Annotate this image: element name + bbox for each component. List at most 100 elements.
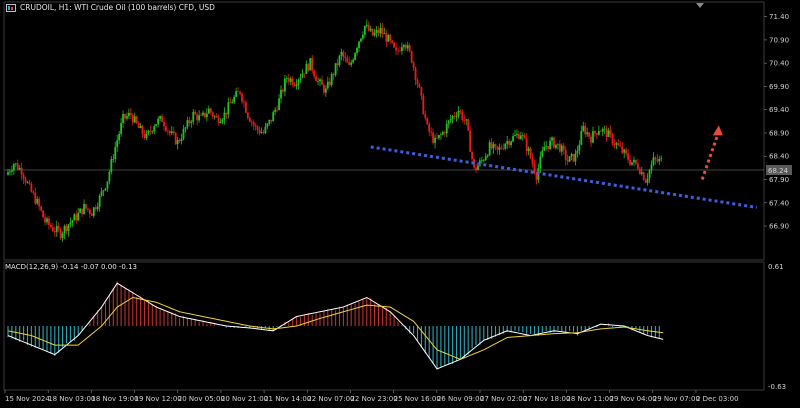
- candle-body: [213, 115, 216, 117]
- candle-body: [254, 125, 257, 127]
- candle-body: [389, 34, 392, 41]
- candle-body: [38, 198, 41, 207]
- candle-body: [656, 159, 659, 162]
- candle-body: [170, 131, 173, 134]
- time-axis-label: 18 Nov 03:00: [48, 395, 95, 403]
- candle-body: [168, 131, 171, 134]
- candle-body: [293, 84, 296, 86]
- candle-body: [588, 132, 590, 137]
- candle-body: [106, 181, 109, 189]
- candle-body: [51, 227, 54, 232]
- candle-body: [323, 84, 325, 93]
- candle-body: [599, 130, 602, 132]
- candle-body: [523, 135, 526, 139]
- candle-body: [26, 182, 29, 184]
- candle-body: [340, 51, 343, 56]
- candle-body: [137, 123, 140, 129]
- candle-body: [430, 131, 433, 133]
- candle: [155, 124, 158, 127]
- candle-body: [627, 153, 629, 160]
- candle-body: [172, 131, 175, 134]
- candle: [568, 155, 571, 162]
- candle-body: [313, 70, 316, 77]
- candle-body: [260, 132, 263, 134]
- candle-body: [315, 76, 317, 82]
- candle-body: [354, 53, 356, 60]
- candle-body: [551, 137, 553, 141]
- candle-body: [652, 157, 655, 165]
- candle-body: [9, 171, 11, 173]
- candle-body: [527, 148, 530, 152]
- chart-root[interactable]: 71.40 70.90 70.40 69.90 69.40 68.90 68.40 67.90…: [0, 0, 800, 408]
- candle: [553, 136, 555, 149]
- candle-body: [131, 114, 134, 123]
- chart-window-icon: [6, 4, 16, 12]
- candle-body: [67, 224, 70, 232]
- time-axis-label: 2 Dec 03:00: [696, 395, 739, 403]
- time-axis-label: 18 Nov 19:00: [91, 395, 138, 403]
- candle-body: [149, 130, 152, 132]
- candle-body: [317, 81, 319, 82]
- candle-body: [163, 121, 165, 127]
- candle-body: [36, 198, 39, 204]
- candle-body: [512, 136, 514, 142]
- candle-body: [192, 111, 195, 122]
- candle-body: [157, 118, 160, 125]
- time-axis-label: 21 Nov 14:00: [264, 395, 311, 403]
- candle-body: [285, 78, 288, 79]
- candle: [393, 41, 395, 48]
- candle-body: [393, 42, 395, 48]
- candle-body: [486, 155, 489, 157]
- candle-body: [196, 114, 199, 121]
- candle-body: [110, 159, 113, 172]
- time-axis-label: 19 Nov 12:00: [135, 395, 182, 403]
- candle-body: [459, 110, 462, 112]
- candle-body: [114, 146, 117, 159]
- candle-body: [180, 138, 183, 142]
- candle-body: [504, 143, 507, 149]
- candle-body: [566, 159, 569, 162]
- candle-body: [55, 225, 58, 232]
- candle-body: [611, 133, 614, 144]
- candle-body: [580, 131, 583, 145]
- candle-body: [241, 93, 243, 102]
- candle-body: [75, 214, 78, 221]
- candle-body: [319, 79, 321, 82]
- candle-body: [601, 128, 604, 132]
- candle-body: [299, 77, 302, 80]
- candle-body: [387, 34, 390, 42]
- candle-body: [529, 148, 532, 158]
- candle-body: [457, 110, 460, 117]
- candle-body: [57, 225, 60, 230]
- candle-body: [174, 133, 177, 145]
- candle-body: [619, 145, 622, 147]
- candle-body: [24, 178, 27, 183]
- candle-body: [305, 64, 308, 74]
- candle-body: [594, 131, 596, 134]
- candle: [354, 52, 356, 61]
- price-axis-label: 69.40: [769, 106, 789, 114]
- candle-body: [541, 150, 544, 157]
- candle: [426, 117, 429, 126]
- candle: [642, 171, 645, 181]
- candle-body: [564, 149, 567, 160]
- candle-body: [85, 204, 87, 209]
- candle: [529, 146, 532, 160]
- candle-body: [531, 157, 534, 164]
- candle-body: [303, 73, 306, 75]
- macd-axis-top: 0.61: [768, 263, 784, 271]
- candle-body: [188, 120, 191, 124]
- candle-body: [562, 145, 565, 150]
- candle-body: [135, 116, 138, 124]
- candle-body: [648, 170, 651, 179]
- candle-body: [463, 120, 466, 121]
- candle-body: [126, 116, 128, 119]
- candle-body: [508, 140, 511, 145]
- candle: [488, 139, 491, 157]
- candle-body: [190, 121, 193, 124]
- candle-body: [167, 130, 169, 132]
- candle-body: [441, 132, 444, 135]
- candle-body: [65, 225, 68, 232]
- candle-body: [379, 28, 382, 34]
- candle-body: [549, 140, 551, 149]
